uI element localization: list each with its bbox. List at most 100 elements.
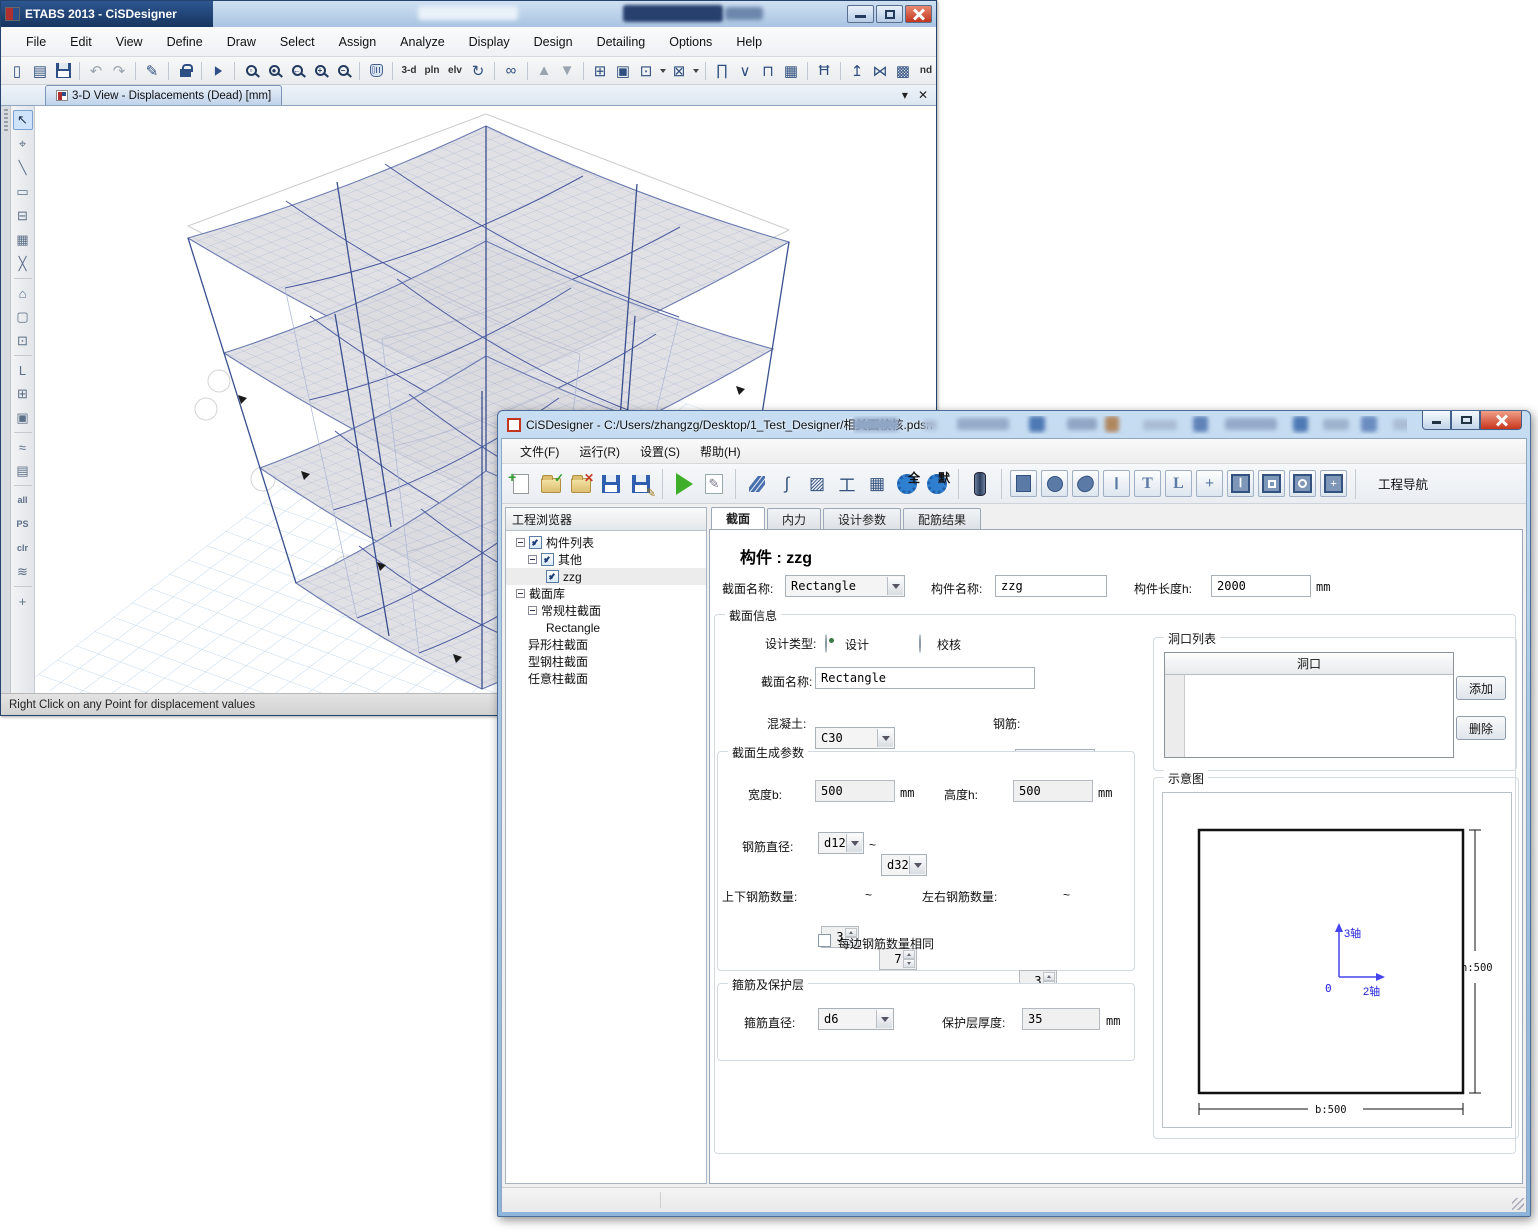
move-up-story-icon[interactable]: ▲ (534, 61, 554, 81)
tab-close-icon[interactable]: ✕ (918, 88, 928, 102)
save-icon[interactable] (53, 61, 73, 81)
move-down-story-icon[interactable]: ▼ (557, 61, 577, 81)
draw-area-icon[interactable]: ⌂ (13, 283, 33, 303)
view-plan-icon[interactable]: pln (422, 61, 442, 81)
menu-shezhi[interactable]: 设置(S) (630, 439, 690, 464)
check-radio[interactable] (919, 634, 921, 653)
expander-icon[interactable] (528, 555, 537, 564)
tree-node-section-library[interactable]: 截面库 (506, 585, 706, 602)
menu-help[interactable]: Help (725, 31, 773, 53)
draw-beam-span-icon[interactable]: ⊟ (13, 206, 33, 226)
draw-rect-area-icon[interactable]: ▢ (13, 307, 33, 327)
draw-opening-icon[interactable]: ▣ (13, 408, 33, 428)
close-project-icon[interactable]: ✕ (568, 470, 594, 498)
menu-assign[interactable]: Assign (328, 31, 388, 53)
snap-points-icon[interactable]: + (13, 591, 33, 611)
view-3d-icon[interactable]: 3-d (399, 61, 419, 81)
run-icon[interactable] (671, 470, 697, 498)
menu-wenjian[interactable]: 文件(F) (510, 439, 569, 464)
section-rect-button[interactable] (1010, 470, 1037, 497)
draw-point-area-icon[interactable]: ⊡ (13, 331, 33, 351)
chevron-down-icon[interactable] (877, 729, 893, 747)
set-display-options-icon[interactable]: ▣ (613, 61, 633, 81)
draw-link-icon[interactable]: ≈ (13, 437, 33, 457)
draw-wall-stack-icon[interactable]: ⊞ (13, 384, 33, 404)
edit-icon[interactable]: ✎ (701, 470, 727, 498)
chevron-down-icon[interactable] (846, 834, 862, 852)
expander-icon[interactable] (516, 589, 525, 598)
section-ibeam-button[interactable]: Ⅰ (1103, 470, 1130, 497)
draw-beam-icon[interactable]: ⊓ (758, 61, 778, 81)
tab-shejicanshu[interactable]: 设计参数 (823, 508, 901, 529)
draw-line-icon[interactable]: ╲ (13, 158, 33, 178)
open-file-icon[interactable]: ▤ (30, 61, 50, 81)
brace-icon[interactable]: ⋈ (870, 61, 890, 81)
menu-design[interactable]: Design (523, 31, 584, 53)
checkbox-checked-icon[interactable] (541, 553, 554, 566)
member-length-input[interactable]: 2000 (1211, 575, 1311, 597)
draw-grid-icon[interactable]: ▤ (13, 461, 33, 481)
rebar-dia-from-dropdown[interactable]: d12 (818, 832, 864, 854)
pan-icon[interactable] (366, 61, 386, 81)
tab-3d-view[interactable]: 3-D View - Displacements (Dead) [mm] (45, 85, 282, 105)
select-previous-icon[interactable]: PS (13, 514, 33, 534)
curve-chart-icon[interactable]: ∫ (774, 470, 800, 498)
tab-peijinjieguo[interactable]: 配筋结果 (903, 508, 981, 529)
clear-selection-icon[interactable]: clr (13, 538, 33, 558)
column-member-icon[interactable] (967, 470, 993, 498)
menu-select[interactable]: Select (269, 31, 326, 53)
run-analysis-icon[interactable] (208, 61, 228, 81)
tree-node-zzg[interactable]: zzg (506, 568, 706, 585)
redo-icon[interactable]: ↷ (109, 61, 129, 81)
same-rebar-checkbox[interactable] (818, 934, 831, 947)
section-angle-button[interactable]: L (1165, 470, 1192, 497)
tree-node-steel-column[interactable]: 型钢柱截面 (506, 653, 706, 670)
shrink-objects-icon[interactable]: ⊞ (590, 61, 610, 81)
zoom-in-icon[interactable]: + (310, 61, 330, 81)
section-src-pipe-button[interactable] (1289, 470, 1316, 497)
section-name-dropdown[interactable]: Rectangle (785, 575, 905, 597)
menu-analyze[interactable]: Analyze (389, 31, 455, 53)
project-navigation-button[interactable]: 工程导航 (1364, 474, 1442, 493)
undo-icon[interactable]: ↶ (86, 61, 106, 81)
draw-grid-beam-icon[interactable]: ▦ (13, 230, 33, 250)
close-button[interactable] (1480, 411, 1522, 430)
section-cross-button[interactable]: + (1196, 470, 1223, 497)
menu-draw[interactable]: Draw (216, 31, 267, 53)
width-input[interactable]: 500 (815, 780, 895, 802)
maximize-button[interactable] (1451, 411, 1480, 430)
assign-loads-icon[interactable]: ↥ (847, 61, 867, 81)
tree-node-irregular-column[interactable]: 异形柱截面 (506, 636, 706, 653)
chevron-down-icon[interactable] (909, 856, 925, 874)
menu-detailing[interactable]: Detailing (586, 31, 657, 53)
object-view-icon[interactable]: ⊡ (636, 61, 656, 81)
minimize-button[interactable] (1422, 411, 1451, 430)
checkbox-checked-icon[interactable] (546, 570, 559, 583)
tree-node-members[interactable]: 构件列表 (506, 534, 706, 551)
chevron-down-icon[interactable] (887, 577, 903, 595)
concrete-dropdown[interactable]: C30 (815, 727, 895, 749)
menu-options[interactable]: Options (658, 31, 723, 53)
menu-edit[interactable]: Edit (59, 31, 103, 53)
select-all-icon[interactable]: all (13, 490, 33, 510)
draw-floor-icon[interactable]: ▦ (781, 61, 801, 81)
zoom-full-icon[interactable]: ● (264, 61, 284, 81)
new-project-icon[interactable]: + (508, 470, 534, 498)
save-as-icon[interactable]: ✎ (628, 470, 654, 498)
add-opening-button[interactable]: 添加 (1456, 676, 1506, 700)
tree-node-regular-column[interactable]: 常规柱截面 (506, 602, 706, 619)
steel-section-icon[interactable]: 工 (834, 470, 860, 498)
settings-default-icon[interactable]: 默 (924, 470, 950, 498)
new-model-icon[interactable]: ▯ (7, 61, 27, 81)
shaded-view-dropdown[interactable] (693, 69, 699, 73)
zoom-previous-icon[interactable]: ← (287, 61, 307, 81)
close-button[interactable] (905, 5, 932, 23)
tree-node-arbitrary-column[interactable]: 任意柱截面 (506, 670, 706, 687)
design-radio[interactable] (825, 634, 827, 653)
menu-define[interactable]: Define (156, 31, 214, 53)
expander-icon[interactable] (516, 538, 525, 547)
pattern-icon[interactable]: ▨ (804, 470, 830, 498)
cisdesigner-titlebar[interactable]: CiSDesigner - C:/Users/zhangzg/Desktop/1… (501, 411, 1527, 438)
rotate-view-icon[interactable]: ↻ (468, 61, 488, 81)
draw-brace-icon[interactable]: ╳ (13, 254, 33, 274)
